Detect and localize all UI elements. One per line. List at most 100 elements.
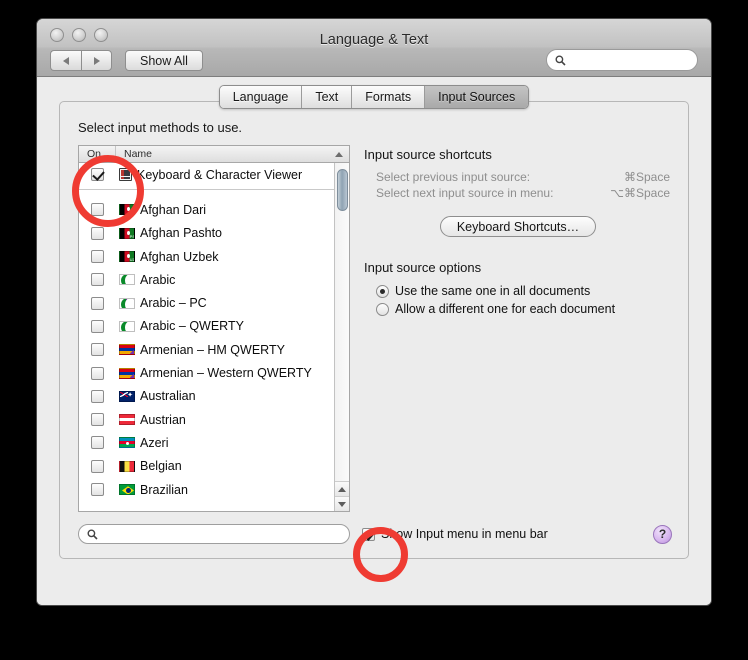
list-scroll-arrows[interactable] xyxy=(335,481,349,511)
flag-icon xyxy=(119,414,135,426)
list-filter-search-field[interactable] xyxy=(78,524,350,544)
flag-icon: UZ xyxy=(119,251,135,263)
list-item-label: Arabic xyxy=(140,272,176,287)
toolbar-search-field[interactable] xyxy=(546,49,698,71)
list-item-label: Azeri xyxy=(140,435,169,450)
list-item[interactable]: Armenian – Western QWERTY xyxy=(79,361,349,384)
help-button[interactable]: ? xyxy=(653,524,672,544)
list-item-label: Keyboard & Character Viewer xyxy=(137,167,303,182)
input-methods-list[interactable]: On Name Keyboard & Character Viewer FA A… xyxy=(78,145,350,512)
list-item-checkbox[interactable] xyxy=(91,366,104,380)
flag-badge: PC xyxy=(126,297,134,304)
list-item-label: Arabic – QWERTY xyxy=(140,319,244,334)
list-item-checkbox[interactable] xyxy=(91,483,104,496)
list-item[interactable]: Belgian xyxy=(79,455,349,478)
list-item[interactable]: Azeri xyxy=(79,431,349,454)
list-item-checkbox-cell xyxy=(79,436,116,450)
flag-icon xyxy=(119,344,135,356)
list-item-name-cell: PC Arabic – PC xyxy=(116,296,349,310)
list-item-label: Afghan Pashto xyxy=(140,226,223,241)
list-item-checkbox[interactable] xyxy=(91,273,104,287)
flag-icon xyxy=(119,437,135,449)
radio-same-for-all[interactable] xyxy=(376,284,389,298)
tab-formats[interactable]: Formats xyxy=(352,86,426,108)
list-item-checkbox-cell xyxy=(79,296,116,310)
input-source-options: Input source options Use the same one in… xyxy=(364,260,672,318)
flag-badge: UZ xyxy=(129,257,135,263)
list-item-checkbox[interactable] xyxy=(91,296,104,310)
column-header-on[interactable]: On xyxy=(79,146,116,162)
list-item-checkbox[interactable] xyxy=(91,343,104,357)
list-item[interactable]: Armenian – HM QWERTY xyxy=(79,338,349,361)
list-item-checkbox[interactable] xyxy=(91,319,104,333)
list-item-checkbox[interactable] xyxy=(91,459,104,473)
toolbar-nav: Show All xyxy=(50,50,203,71)
tab-text[interactable]: Text xyxy=(302,86,353,108)
sort-ascending-triangle-icon xyxy=(335,151,343,157)
triangle-left-icon xyxy=(63,56,69,65)
radio-different-per-document[interactable] xyxy=(376,302,389,316)
list-scrollbar[interactable] xyxy=(334,163,349,511)
tab-input-sources[interactable]: Input Sources xyxy=(425,86,529,108)
list-item-checkbox[interactable] xyxy=(91,436,104,450)
list-item[interactable]: UZ Afghan Uzbek xyxy=(79,245,349,268)
show-input-menu-row[interactable]: Show Input menu in menu bar xyxy=(362,527,548,541)
list-item[interactable]: FA Afghan Dari xyxy=(79,198,349,221)
flag-icon xyxy=(119,320,135,332)
tab-language[interactable]: Language xyxy=(219,86,303,108)
list-item-label: Australian xyxy=(140,389,196,404)
list-item[interactable]: Arabic xyxy=(79,268,349,291)
flag-icon xyxy=(119,484,135,495)
list-item-name-cell: Australian xyxy=(116,389,349,403)
radio-row-different-per-document[interactable]: Allow a different one for each document xyxy=(364,300,672,318)
scroll-up-button[interactable] xyxy=(335,481,349,496)
list-item-name-cell: Brazilian xyxy=(116,483,349,497)
list-item[interactable]: PS Afghan Pashto xyxy=(79,222,349,245)
list-item-checkbox[interactable] xyxy=(91,413,104,427)
show-all-button[interactable]: Show All xyxy=(125,50,203,71)
list-item-keyboard-viewer[interactable]: Keyboard & Character Viewer xyxy=(79,163,349,186)
list-item[interactable]: Austrian xyxy=(79,408,349,431)
list-item-checkbox[interactable] xyxy=(91,389,104,403)
list-item[interactable]: Arabic – QWERTY xyxy=(79,315,349,338)
window-body: Language Text Formats Input Sources Sele… xyxy=(37,77,711,605)
list-filter-input[interactable] xyxy=(102,527,341,541)
list-scrollbar-thumb[interactable] xyxy=(337,169,348,211)
keyboard-viewer-icon xyxy=(119,168,132,182)
tab-bar: Language Text Formats Input Sources xyxy=(37,85,711,109)
search-icon xyxy=(555,55,566,66)
list-item-label: Afghan Dari xyxy=(140,202,207,217)
back-button[interactable] xyxy=(50,50,81,71)
list-item-checkbox[interactable] xyxy=(91,203,104,217)
forward-button[interactable] xyxy=(81,50,112,71)
list-item-label: Armenian – Western QWERTY xyxy=(140,366,312,381)
back-forward-segmented[interactable] xyxy=(50,50,112,71)
list-rows: FA Afghan Dari PS Afghan Pashto UZ Afghan Uzb… xyxy=(79,198,349,501)
list-item-name-cell: Armenian – HM QWERTY xyxy=(116,343,349,357)
keyboard-viewer-checkbox[interactable] xyxy=(91,168,104,182)
list-item-checkbox[interactable] xyxy=(91,250,104,264)
list-item-checkbox-cell xyxy=(79,389,116,403)
search-icon xyxy=(87,529,98,540)
list-item[interactable]: Brazilian xyxy=(79,478,349,501)
triangle-right-icon xyxy=(93,56,100,65)
screenshot-root: Language & Text Show All Language Text F… xyxy=(0,0,748,660)
flag-icon xyxy=(119,274,135,286)
shortcut-row-next: Select next input source in menu: ⌥⌘Spac… xyxy=(364,185,672,201)
list-item-name-cell: PS Afghan Pashto xyxy=(116,226,349,240)
scroll-down-button[interactable] xyxy=(335,496,349,511)
keyboard-shortcuts-button[interactable]: Keyboard Shortcuts… xyxy=(439,216,597,237)
flag-badge: FA xyxy=(130,210,135,216)
list-item-checkbox[interactable] xyxy=(91,226,104,240)
shortcut-row-previous: Select previous input source: ⌘Space xyxy=(364,169,672,185)
radio-label: Use the same one in all documents xyxy=(395,284,591,298)
list-item-checkbox-cell xyxy=(79,343,116,357)
triangle-up-icon xyxy=(338,486,346,492)
search-input[interactable] xyxy=(570,53,689,67)
radio-row-same-for-all[interactable]: Use the same one in all documents xyxy=(364,282,672,300)
column-header-name[interactable]: Name xyxy=(116,146,349,162)
show-input-menu-checkbox[interactable] xyxy=(362,527,375,541)
list-item-label: Brazilian xyxy=(140,482,188,497)
list-item[interactable]: Australian xyxy=(79,385,349,408)
list-item[interactable]: PC Arabic – PC xyxy=(79,291,349,314)
